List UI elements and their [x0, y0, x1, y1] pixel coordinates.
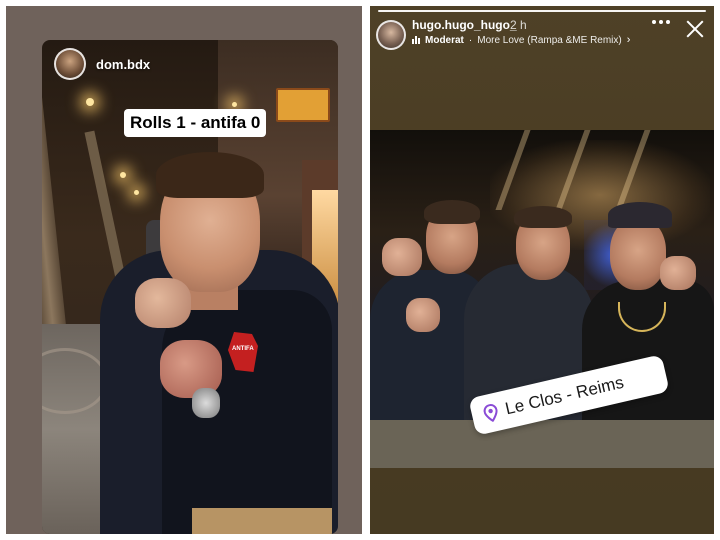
right-story-frame: hugo.hugo_hugo_ 2 h Moderat · More Love … — [370, 6, 714, 534]
pants — [192, 508, 332, 534]
story-caption: Rolls 1 - antifa 0 — [124, 109, 267, 137]
person-right-face — [610, 218, 666, 290]
hoodie-badge-text: ANTIFA — [232, 346, 254, 352]
fist — [660, 256, 696, 290]
chevron-right-icon: › — [626, 34, 631, 46]
fist — [382, 238, 422, 276]
music-separator: · — [468, 34, 473, 46]
fist — [406, 298, 440, 332]
fist-thumb-down — [135, 278, 191, 328]
music-bars-icon — [412, 36, 420, 44]
person-left-hair — [424, 200, 480, 224]
username[interactable]: dom.bdx — [96, 57, 150, 72]
music-sticker[interactable]: Moderat · More Love (Rampa &ME Remix) › — [412, 34, 630, 46]
left-story-frame: ANTIFA dom.bdx Rolls 1 - antifa 0 — [6, 6, 362, 534]
story-progress-bar — [378, 10, 706, 12]
profile-avatar[interactable] — [54, 48, 86, 80]
username[interactable]: hugo.hugo_hugo_ — [412, 18, 517, 32]
shop-sign — [276, 88, 330, 122]
street-lamp — [120, 172, 126, 178]
close-icon[interactable] — [686, 20, 704, 38]
music-song: More Love (Rampa &ME Remix) — [477, 34, 622, 46]
person-middle-hair — [514, 206, 572, 228]
music-artist: Moderat — [425, 34, 464, 46]
street-lamp — [134, 190, 139, 195]
street-lamp — [86, 98, 94, 106]
person-right-cap — [608, 202, 672, 228]
wristwatch — [192, 388, 220, 418]
more-options-icon[interactable] — [652, 20, 670, 24]
post-time: 2 h — [510, 18, 527, 32]
tree-trunk-far — [84, 130, 126, 280]
street-lamp — [232, 102, 237, 107]
left-story-header: dom.bdx — [54, 48, 150, 80]
table — [370, 420, 714, 468]
hair — [156, 152, 264, 198]
profile-avatar[interactable] — [376, 20, 406, 50]
hoodie-shade — [162, 290, 332, 534]
location-pin-icon — [483, 404, 498, 423]
